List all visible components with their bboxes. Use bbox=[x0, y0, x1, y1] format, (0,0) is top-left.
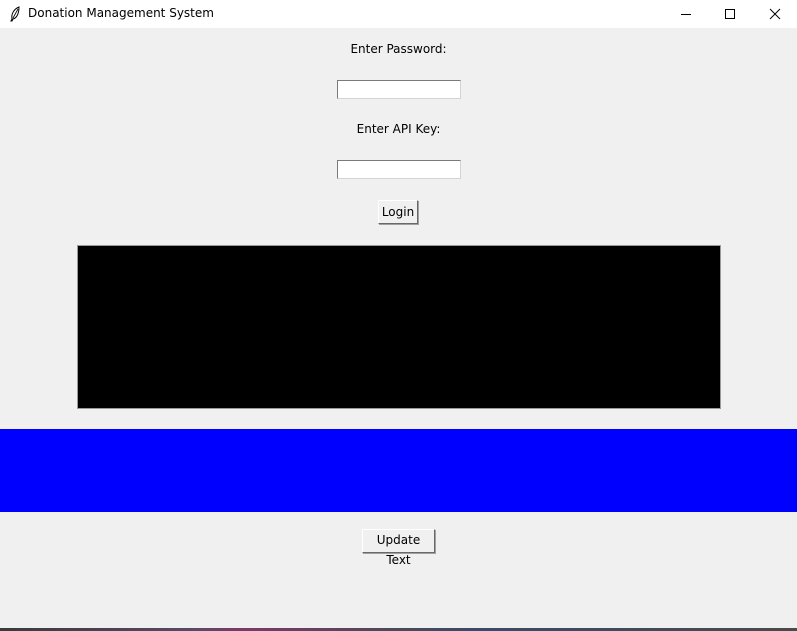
window-title: Donation Management System bbox=[28, 6, 214, 20]
minimize-button[interactable] bbox=[663, 0, 709, 28]
api-key-input[interactable] bbox=[337, 160, 461, 179]
minimize-icon bbox=[680, 8, 692, 20]
password-label: Enter Password: bbox=[350, 42, 447, 56]
close-button[interactable] bbox=[752, 0, 797, 28]
password-input[interactable] bbox=[337, 80, 461, 99]
login-button[interactable]: Login bbox=[378, 200, 418, 224]
close-icon bbox=[769, 8, 781, 20]
maximize-button[interactable] bbox=[707, 0, 753, 28]
maximize-icon bbox=[724, 8, 736, 20]
display-canvas bbox=[77, 245, 721, 409]
text-banner bbox=[0, 429, 797, 512]
feather-icon bbox=[8, 6, 22, 22]
api-key-label: Enter API Key: bbox=[356, 122, 441, 136]
window-titlebar[interactable]: Donation Management System bbox=[0, 0, 797, 28]
update-text-button[interactable]: Update Text bbox=[362, 529, 435, 567]
